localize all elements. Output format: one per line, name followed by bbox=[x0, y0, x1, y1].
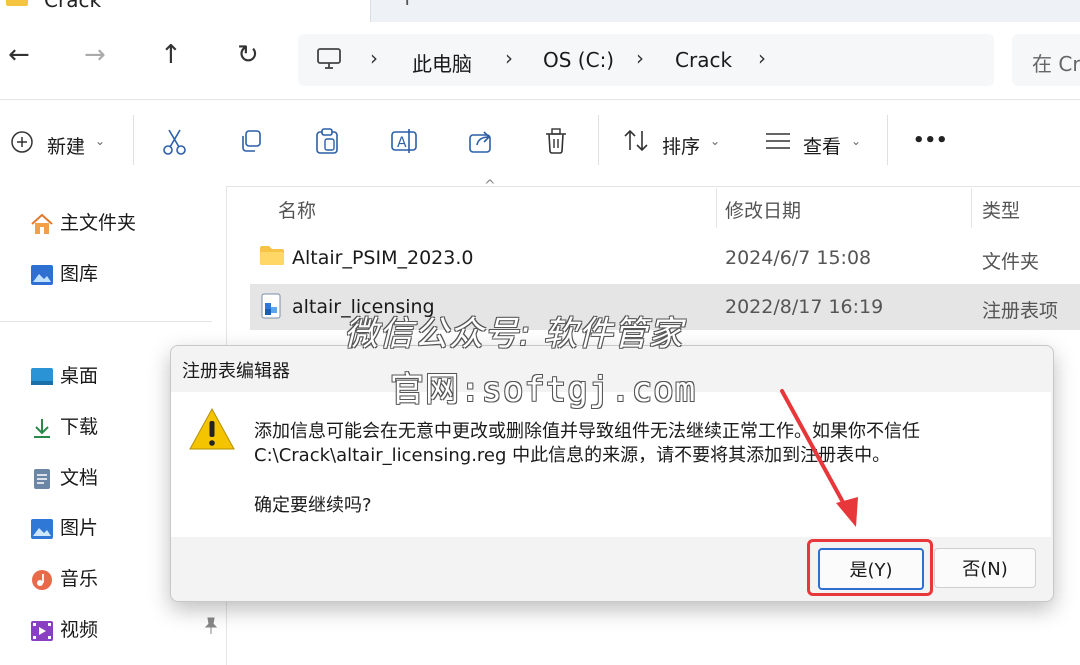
address-bar[interactable] bbox=[298, 34, 994, 86]
sidebar-item-label: 主文件夹 bbox=[60, 212, 137, 234]
sidebar-item-label: 下载 bbox=[60, 416, 99, 438]
sidebar-item-home[interactable]: 主文件夹 bbox=[30, 208, 136, 235]
folder-icon bbox=[260, 246, 284, 265]
toolbar-divider bbox=[598, 115, 599, 165]
more-options-button[interactable]: ••• bbox=[913, 130, 948, 151]
chevron-right-icon: › bbox=[636, 46, 644, 70]
breadcrumb-crack[interactable]: Crack bbox=[675, 48, 732, 72]
music-icon bbox=[32, 569, 52, 590]
sidebar-item-label: 视频 bbox=[60, 619, 99, 641]
sidebar-item-label: 文档 bbox=[60, 467, 99, 489]
column-divider[interactable] bbox=[971, 188, 972, 228]
delete-icon[interactable] bbox=[543, 127, 569, 155]
column-header-modified[interactable]: 修改日期 bbox=[725, 196, 801, 223]
sidebar-item-label: 图片 bbox=[60, 517, 99, 539]
paste-icon[interactable] bbox=[314, 127, 340, 155]
breadcrumb-os-c[interactable]: OS (C:) bbox=[543, 48, 614, 72]
copy-icon[interactable] bbox=[238, 128, 264, 154]
toolbar-divider bbox=[887, 115, 888, 165]
rename-icon[interactable]: A bbox=[390, 127, 418, 155]
no-button[interactable]: 否(N) bbox=[934, 548, 1036, 588]
tab-title: Crack bbox=[44, 0, 102, 12]
svg-text:A: A bbox=[397, 135, 407, 151]
search-placeholder: 在 Cr bbox=[1032, 52, 1080, 76]
tab-strip: Crack + bbox=[0, 0, 1080, 22]
watermark-site: 官网:softgj.com bbox=[390, 370, 697, 410]
file-date: 2022/8/17 16:19 bbox=[725, 296, 884, 318]
file-type: 注册表项 bbox=[982, 300, 1059, 322]
new-tab-button[interactable]: + bbox=[398, 0, 416, 11]
warning-icon bbox=[189, 407, 235, 450]
view-icon bbox=[766, 133, 790, 149]
pictures-icon bbox=[31, 518, 53, 539]
sidebar-item-label: 桌面 bbox=[60, 365, 99, 387]
chevron-right-icon: › bbox=[758, 46, 766, 70]
new-icon bbox=[11, 131, 33, 153]
sidebar-item-gallery[interactable]: 图库 bbox=[30, 259, 98, 286]
desktop-icon bbox=[31, 367, 53, 385]
sort-chevron-up-icon: ^ bbox=[484, 178, 496, 194]
watermark-wechat: 微信公众号: 软件管家 bbox=[344, 314, 684, 354]
sidebar-item-downloads[interactable]: 下载 bbox=[30, 412, 98, 439]
highlight-box bbox=[807, 539, 933, 596]
sidebar-item-desktop[interactable]: 桌面 bbox=[30, 361, 98, 388]
cut-icon[interactable] bbox=[162, 128, 188, 156]
computer-icon bbox=[317, 48, 341, 69]
tab-crack[interactable]: Crack bbox=[0, 0, 371, 22]
sidebar-item-pictures[interactable]: 图片 bbox=[30, 513, 98, 540]
sidebar-item-label: 音乐 bbox=[60, 568, 99, 590]
new-button[interactable]: 新建 bbox=[47, 132, 85, 159]
file-name[interactable]: Altair_PSIM_2023.0 bbox=[292, 247, 473, 269]
chevron-right-icon: › bbox=[370, 46, 378, 70]
folder-icon bbox=[6, 0, 28, 6]
toolbar-divider bbox=[133, 115, 134, 165]
document-icon bbox=[34, 468, 50, 489]
chevron-down-icon: ⌄ bbox=[851, 134, 862, 148]
file-type: 文件夹 bbox=[982, 251, 1040, 273]
registry-file-icon bbox=[261, 293, 281, 319]
home-icon bbox=[31, 213, 53, 234]
file-date: 2024/6/7 15:08 bbox=[725, 247, 872, 269]
column-divider[interactable] bbox=[716, 188, 717, 228]
video-icon bbox=[31, 620, 53, 641]
refresh-button[interactable]: ↻ bbox=[237, 40, 259, 70]
back-button[interactable]: ← bbox=[8, 40, 30, 70]
download-icon bbox=[34, 418, 50, 438]
sidebar-item-videos[interactable]: 视频 bbox=[30, 615, 98, 642]
pin-icon[interactable] bbox=[202, 616, 220, 636]
up-button[interactable]: ↑ bbox=[160, 40, 182, 70]
dialog-title: 注册表编辑器 bbox=[182, 361, 290, 382]
sidebar-divider bbox=[0, 321, 212, 322]
sidebar-item-label: 图库 bbox=[60, 263, 99, 285]
forward-button[interactable]: → bbox=[84, 40, 106, 70]
gallery-icon bbox=[31, 264, 53, 285]
sidebar-item-documents[interactable]: 文档 bbox=[30, 463, 98, 490]
sort-button[interactable]: 排序 bbox=[662, 132, 700, 159]
chevron-down-icon: ⌄ bbox=[710, 134, 721, 148]
breadcrumb-this-pc[interactable]: 此电脑 bbox=[412, 48, 472, 77]
column-header-type[interactable]: 类型 bbox=[982, 196, 1020, 223]
share-icon[interactable] bbox=[467, 127, 495, 155]
column-header-name[interactable]: 名称 bbox=[278, 196, 316, 223]
chevron-down-icon: ⌄ bbox=[95, 134, 106, 148]
dialog-question: 确定要继续吗? bbox=[254, 495, 372, 516]
chevron-right-icon: › bbox=[505, 46, 513, 70]
sidebar-item-music[interactable]: 音乐 bbox=[30, 564, 98, 591]
sort-icon bbox=[624, 129, 648, 152]
red-arrow-icon bbox=[780, 389, 858, 527]
view-button[interactable]: 查看 bbox=[803, 132, 841, 159]
